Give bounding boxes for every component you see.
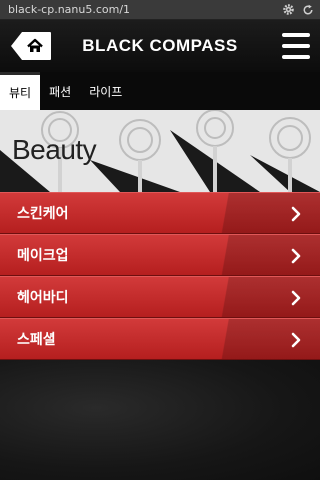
background-texture bbox=[0, 360, 320, 480]
category-list: 스킨케어 메이크업 헤어바디 스페셜 bbox=[0, 192, 320, 360]
gear-icon[interactable] bbox=[280, 2, 296, 18]
chevron-right-icon bbox=[291, 332, 301, 348]
tab-label: 뷰티 bbox=[9, 86, 32, 100]
browser-address-bar[interactable]: black-cp.nanu5.com/1 bbox=[0, 0, 320, 20]
list-item-label: 스페셜 bbox=[17, 332, 56, 348]
app-header: BLACK COMPASS bbox=[0, 20, 320, 72]
list-item-label: 메이크업 bbox=[17, 248, 69, 264]
tab-life[interactable]: 라이프 bbox=[80, 72, 131, 110]
section-banner: Beauty bbox=[0, 110, 320, 192]
list-item-label: 스킨케어 bbox=[17, 206, 69, 222]
list-item-makeup[interactable]: 메이크업 bbox=[0, 234, 320, 276]
chevron-right-icon bbox=[291, 248, 301, 264]
page-title: Beauty bbox=[12, 134, 97, 165]
chevron-right-icon bbox=[291, 206, 301, 222]
tab-label: 라이프 bbox=[89, 84, 123, 99]
list-item-hairbody[interactable]: 헤어바디 bbox=[0, 276, 320, 318]
tab-fashion[interactable]: 패션 bbox=[40, 72, 80, 110]
category-tabs: 뷰티 패션 라이프 bbox=[0, 72, 320, 110]
list-item-skincare[interactable]: 스킨케어 bbox=[0, 192, 320, 234]
tab-label: 패션 bbox=[49, 84, 72, 99]
site-title: BLACK COMPASS bbox=[82, 36, 238, 55]
url-text[interactable]: black-cp.nanu5.com/1 bbox=[8, 3, 276, 16]
tab-beauty[interactable]: 뷰티 bbox=[0, 72, 41, 110]
list-item-special[interactable]: 스페셜 bbox=[0, 318, 320, 360]
refresh-icon[interactable] bbox=[300, 2, 316, 18]
hamburger-menu-icon[interactable] bbox=[282, 33, 310, 59]
list-item-label: 헤어바디 bbox=[17, 290, 69, 306]
home-button[interactable] bbox=[10, 31, 52, 61]
chevron-right-icon bbox=[291, 290, 301, 306]
